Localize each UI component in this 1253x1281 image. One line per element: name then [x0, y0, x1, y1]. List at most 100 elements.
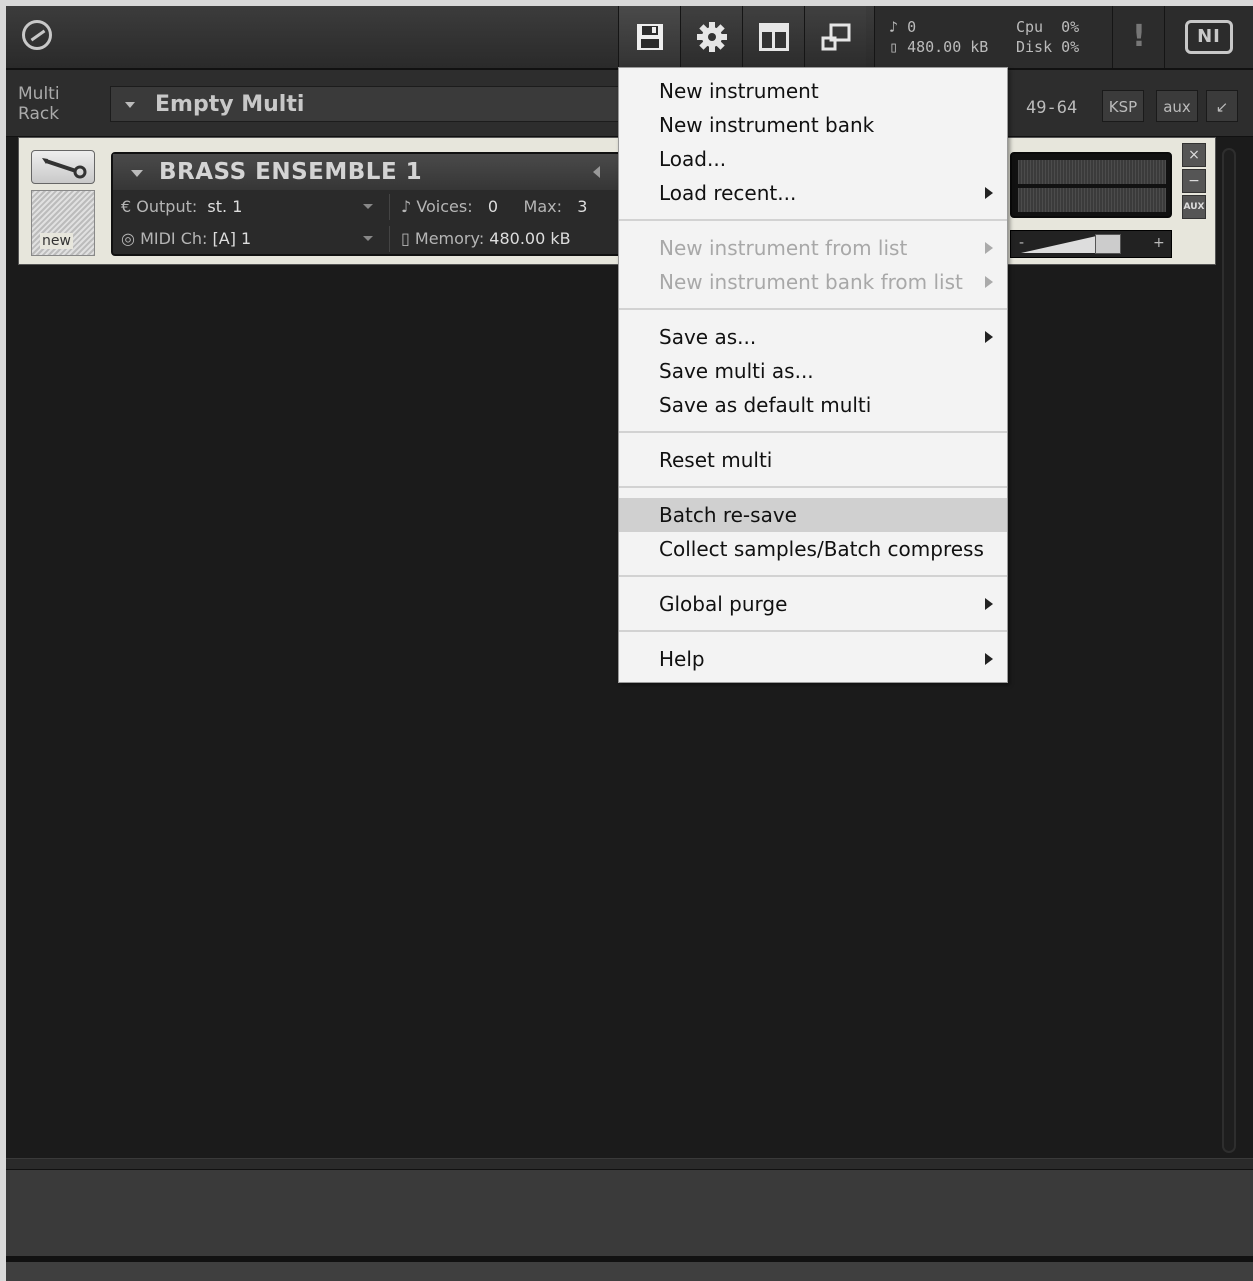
submenu-arrow-icon [985, 598, 993, 610]
multi-rack-label: Multi Rack [18, 84, 60, 124]
aux-toggle-button[interactable]: AUX [1182, 195, 1206, 219]
disk-value: 0% [1061, 38, 1080, 56]
menu-item-save-as-default-multi[interactable]: Save as default multi [619, 388, 1007, 422]
midi-label: MIDI Ch: [140, 229, 208, 248]
submenu-arrow-icon [985, 276, 993, 288]
menu-item-label: Help [659, 647, 705, 671]
menu-item-batch-re-save[interactable]: Batch re-save [619, 498, 1007, 532]
voices-icon: ♪ [401, 197, 412, 216]
files-dropdown-menu: New instrument New instrument bank Load.… [618, 67, 1008, 683]
submenu-arrow-icon [985, 187, 993, 199]
instrument-icon[interactable]: new [31, 190, 95, 256]
minimize-icon[interactable]: − [1182, 169, 1206, 193]
minimize-view-button[interactable] [804, 6, 866, 68]
files-menu-button[interactable] [618, 6, 680, 68]
output-label: Output: [136, 197, 198, 216]
menu-item-label: Load recent... [659, 181, 797, 205]
menu-item-collect-samples[interactable]: Collect samples/Batch compress [619, 532, 1007, 566]
menu-separator [619, 308, 1007, 310]
close-icon[interactable]: × [1182, 143, 1206, 167]
memory-usage: 480.00 kB [907, 38, 989, 56]
cpu-value: 0% [1061, 18, 1080, 36]
multi-name-field[interactable]: Empty Multi [110, 86, 620, 122]
rack-label-line2: Rack [18, 104, 60, 124]
options-button[interactable] [680, 6, 742, 68]
menu-item-save-as[interactable]: Save as... [619, 320, 1007, 354]
menu-item-reset-multi[interactable]: Reset multi [619, 443, 1007, 477]
voices-icon: ♪ [889, 18, 899, 36]
channel-range-label[interactable]: 49-64 [1026, 98, 1077, 118]
volume-ramp [1021, 235, 1101, 253]
ni-logo-button[interactable]: NI [1164, 6, 1253, 68]
menu-item-label: Reset multi [659, 448, 773, 472]
kontakt-logo-icon[interactable] [22, 20, 52, 50]
submenu-arrow-icon [985, 653, 993, 665]
new-label: new [40, 233, 73, 249]
menu-item-label: Save as... [659, 325, 757, 349]
cpu-disk-status: Cpu 0% Disk 0% [1000, 6, 1112, 68]
chevron-down-icon[interactable] [125, 102, 135, 108]
output-icon: € [121, 197, 132, 216]
chevron-down-icon[interactable] [363, 204, 373, 209]
menu-item-label: Batch re-save [659, 503, 797, 527]
volume-fader[interactable]: - + [1010, 230, 1172, 258]
menu-item-label: New instrument bank from list [659, 270, 963, 294]
level-meters [1010, 152, 1172, 218]
submenu-arrow-icon [985, 242, 993, 254]
ksp-button[interactable]: KSP [1102, 90, 1144, 122]
instrument-name: BRASS ENSEMBLE 1 [159, 159, 423, 185]
instrument-header-panel: BRASS ENSEMBLE 1 € Output: st. 1 ♪ Voice… [111, 152, 631, 256]
instrument-name-bar[interactable]: BRASS ENSEMBLE 1 [113, 154, 629, 190]
menu-item-label: New instrument from list [659, 236, 908, 260]
menu-item-new-instrument-from-list: New instrument from list [619, 231, 1007, 265]
menu-item-new-instrument-bank[interactable]: New instrument bank [619, 108, 1007, 142]
window-resize-icon [821, 23, 850, 51]
memory-value: 480.00 kB [489, 229, 571, 248]
chevron-down-icon[interactable] [131, 170, 143, 177]
menu-item-label: New instrument bank [659, 113, 875, 137]
max-voices-field[interactable]: 3 [577, 197, 587, 216]
menu-item-global-purge[interactable]: Global purge [619, 587, 1007, 621]
voice-memory-status: ♪ 0 ▯ 480.00 kB [874, 6, 1001, 68]
fader-minus-label: - [1019, 235, 1025, 251]
menu-separator [619, 219, 1007, 221]
disk-label: Disk [1016, 38, 1053, 56]
menu-item-load-recent[interactable]: Load recent... [619, 176, 1007, 210]
menu-item-help[interactable]: Help [619, 642, 1007, 676]
midi-channel-select[interactable]: [A] 1 [213, 229, 252, 248]
menu-item-label: Load... [659, 147, 727, 171]
menu-item-label: Global purge [659, 592, 788, 616]
menu-separator [619, 575, 1007, 577]
multi-name: Empty Multi [155, 92, 305, 117]
wrench-edit-button[interactable] [31, 150, 95, 184]
chevron-left-icon[interactable] [593, 166, 600, 178]
aux-button[interactable]: aux [1156, 90, 1198, 122]
menu-item-label: New instrument [659, 79, 819, 103]
top-toolbar: ♪ 0 ▯ 480.00 kB Cpu 0% Disk 0% ! NI [6, 6, 1253, 70]
volume-fader-handle[interactable] [1095, 234, 1121, 254]
warning-icon[interactable]: ! [1112, 6, 1165, 68]
submenu-arrow-icon [985, 331, 993, 343]
menu-item-save-multi-as[interactable]: Save multi as... [619, 354, 1007, 388]
menu-item-label: Save as default multi [659, 393, 872, 417]
rack-scrollbar[interactable] [1222, 148, 1236, 1153]
meter-left [1018, 160, 1166, 184]
menu-item-load[interactable]: Load... [619, 142, 1007, 176]
menu-separator [619, 431, 1007, 433]
menu-item-label: Collect samples/Batch compress [659, 537, 984, 561]
ni-logo: NI [1185, 20, 1233, 54]
view-layout-button[interactable] [742, 6, 804, 68]
collapse-icon[interactable]: ↙ [1206, 90, 1238, 122]
memory-icon: ▯ [889, 38, 899, 56]
menu-item-label: Save multi as... [659, 359, 814, 383]
midi-row: ◎ MIDI Ch: [A] 1 ▯ Memory: 480.00 kB [113, 224, 629, 254]
menu-item-new-instrument[interactable]: New instrument [619, 74, 1007, 108]
voices-count: 0 [907, 18, 917, 36]
output-select[interactable]: st. 1 [207, 197, 242, 216]
voices-value: 0 [487, 197, 499, 216]
voices-label: Voices: [416, 197, 473, 216]
chevron-down-icon[interactable] [363, 236, 373, 241]
gear-icon [696, 22, 727, 52]
status-bar [6, 1262, 1253, 1281]
wrench-icon [42, 158, 87, 179]
